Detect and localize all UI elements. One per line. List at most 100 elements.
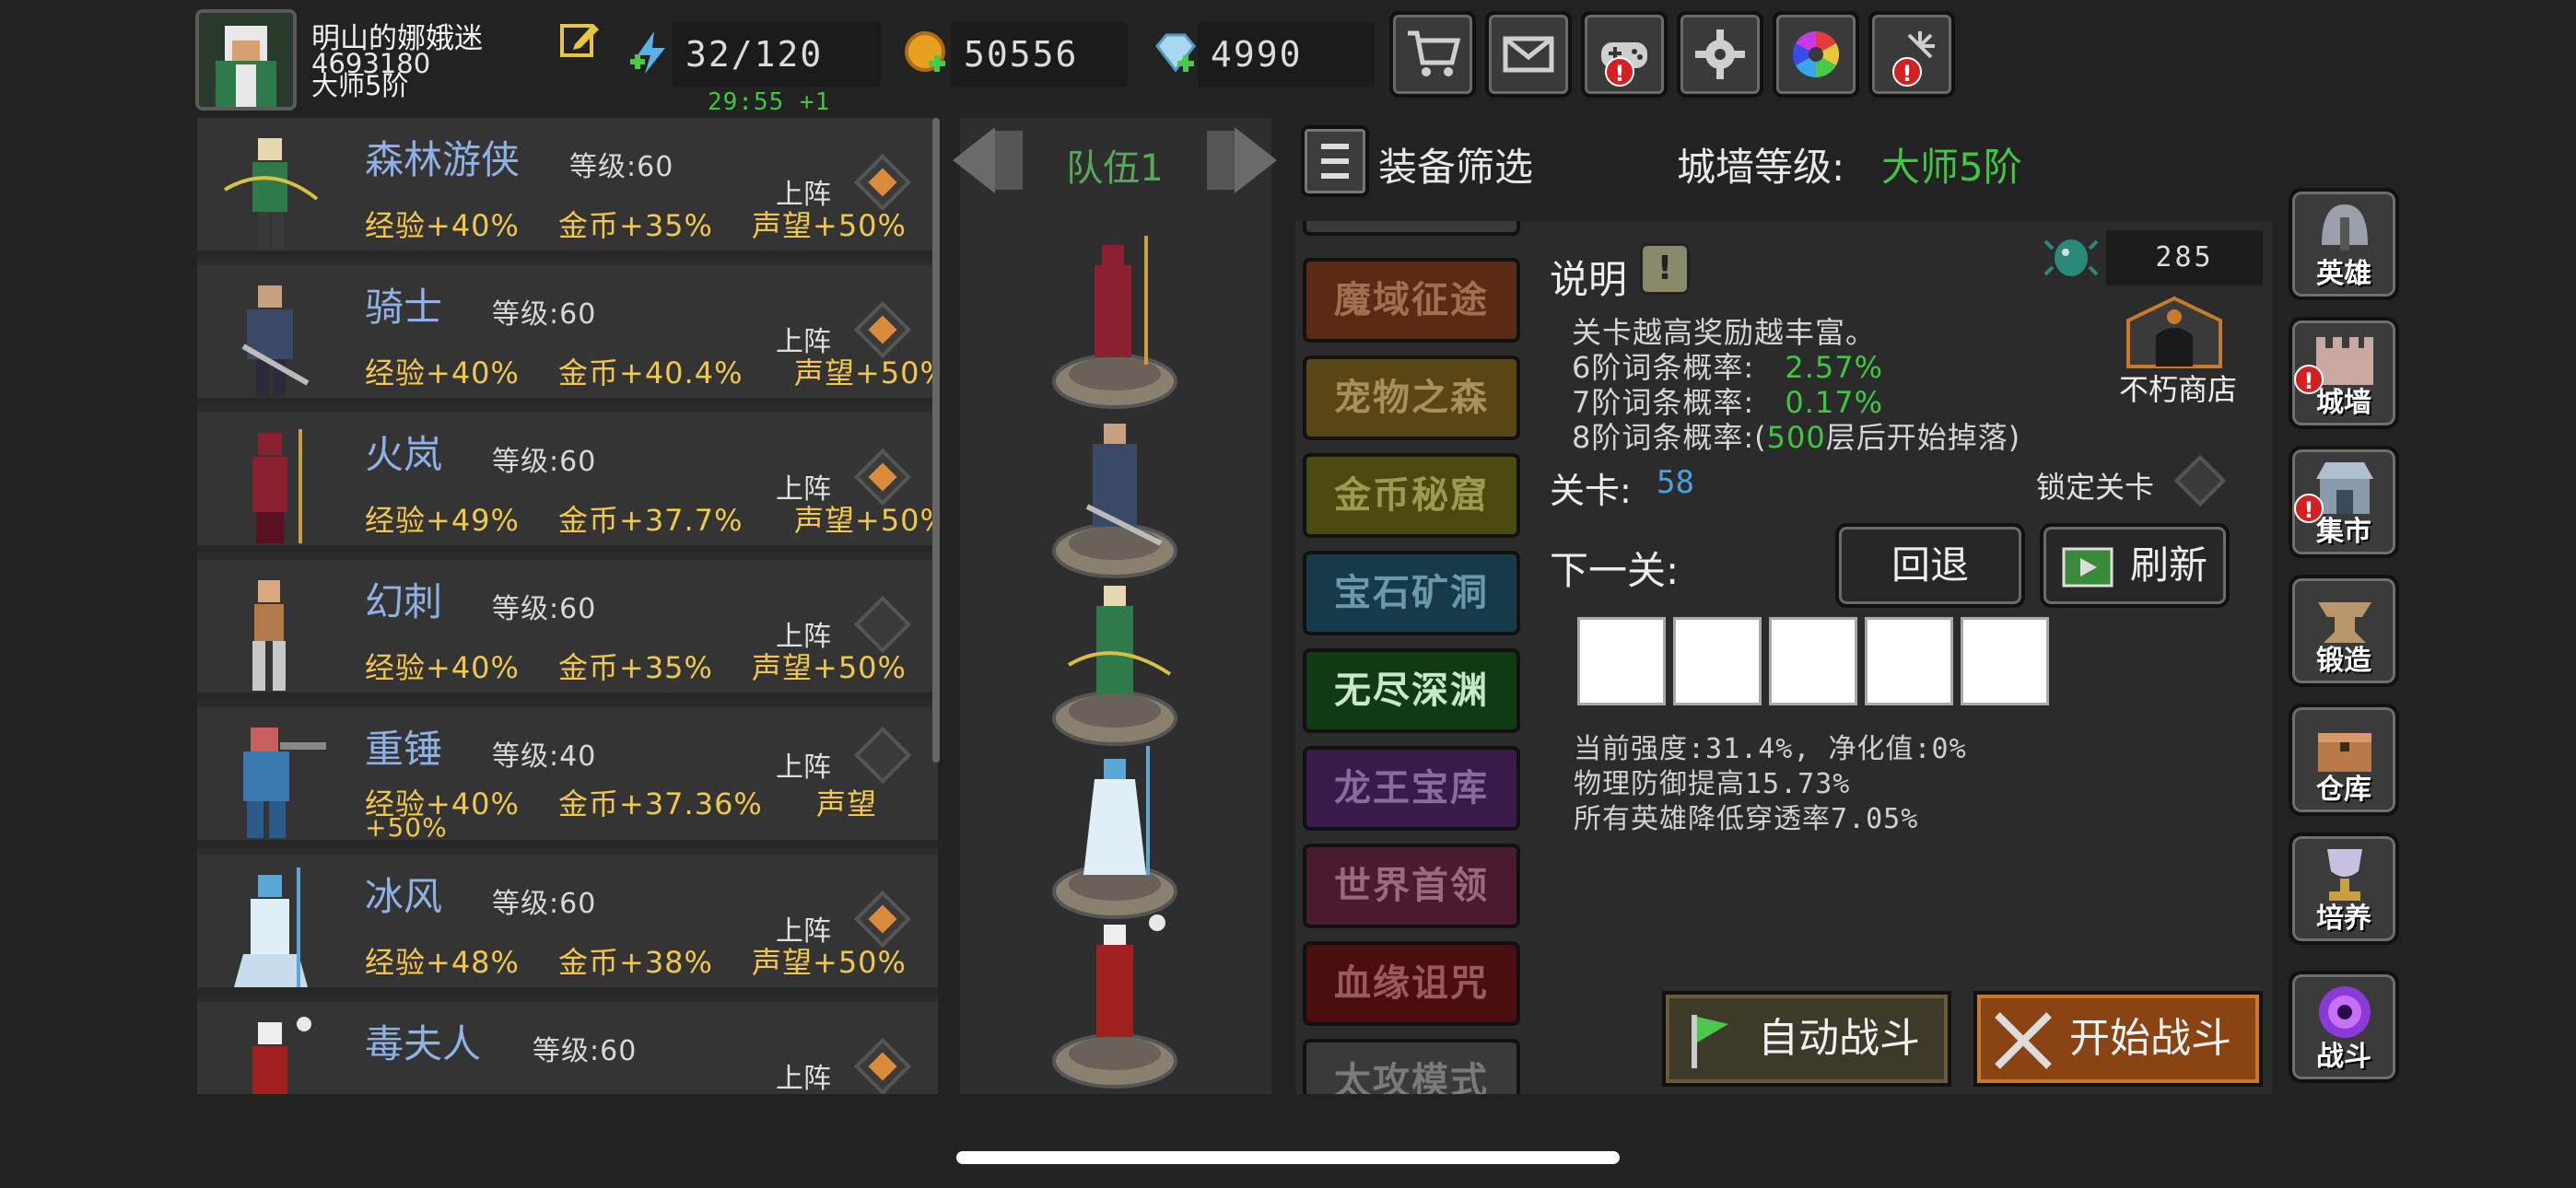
hero-name: 火岚 (365, 432, 443, 477)
mode-list[interactable]: 魔域征途 宠物之森 金币秘窟 宝石矿洞 无尽深渊 龙王宝库 世界首领 血缘诅咒 … (1295, 221, 1522, 1094)
mode-button-demon-journey[interactable]: 魔域征途 (1303, 258, 1520, 343)
equipment-filter-label[interactable]: 装备筛选 (1378, 136, 1533, 192)
hero-row-poison-lady[interactable]: 毒夫人 等级:60 上阵 (197, 1002, 938, 1094)
team-label: 队伍1 (1066, 147, 1164, 190)
hero-level: 等级:60 (492, 593, 597, 625)
refresh-label: 刷新 (2129, 542, 2207, 588)
team-slot[interactable] (1050, 227, 1179, 411)
mode-button-blood-curse[interactable]: 血缘诅咒 (1303, 941, 1520, 1026)
hero-exp-bonus: 经验+40% (365, 355, 520, 390)
energy-timer: 29:55 +1 (708, 88, 831, 116)
hero-row-knight[interactable]: 骑士 等级:60 经验+40% 金币+40.4% 声望+50% 上阵 (197, 265, 938, 405)
hero-list-scrollbar[interactable] (932, 118, 940, 763)
team-slot[interactable] (1050, 564, 1179, 748)
deploy-toggle[interactable] (853, 726, 912, 785)
home-indicator[interactable] (956, 1151, 1620, 1164)
hero-row-ice-wind[interactable]: 冰风 等级:60 经验+48% 金币+38% 声望+50% 上阵 (197, 855, 938, 995)
hero-row-hammer[interactable]: 重锤 等级:40 经验+40% 金币+37.36% 声望 +50% 上阵 (197, 707, 938, 847)
hero-portrait (223, 138, 319, 249)
hero-level: 等级:40 (492, 740, 597, 773)
hero-exp-bonus: 经验+48% (365, 945, 520, 980)
prev-team-arrow[interactable] (949, 123, 1026, 197)
player-avatar[interactable] (195, 9, 297, 111)
hero-name: 幻刺 (365, 579, 443, 624)
hero-name: 重锤 (365, 727, 443, 772)
equipment-filter-button[interactable] (1301, 125, 1369, 197)
shop-cart-button[interactable] (1389, 11, 1476, 98)
side-nav-forge[interactable]: 锻造 (2289, 575, 2399, 687)
next-stage-slot (1673, 617, 1762, 705)
wall-level-value: 大师5阶 (1881, 145, 2022, 190)
events-button[interactable]: ! (1868, 11, 1955, 98)
mode-button-gold-cave[interactable]: 金币秘窟 (1303, 453, 1520, 538)
mode-button-pet-forest[interactable]: 宠物之森 (1303, 355, 1520, 440)
color-theme-button[interactable] (1773, 11, 1859, 98)
hero-portrait (252, 580, 286, 691)
flag-icon (1692, 1015, 1728, 1068)
mode-button-attack-mode[interactable]: 太攻模式 (1303, 1039, 1520, 1094)
hero-deploy-label: 上阵 (776, 179, 831, 211)
side-nav-label: 集市 (2316, 516, 2371, 548)
menu-icon (1321, 144, 1349, 179)
video-ad-icon (2062, 547, 2113, 588)
hero-name: 森林游侠 (365, 137, 521, 182)
mode-button-gem-mine[interactable]: 宝石矿洞 (1303, 551, 1520, 635)
refresh-button[interactable]: 刷新 (2040, 523, 2230, 608)
hero-deploy-label: 上阵 (776, 915, 831, 948)
energy-icon (626, 28, 676, 77)
side-nav-label: 英雄 (2316, 258, 2371, 290)
hero-row-fire[interactable]: 火岚 等级:60 经验+49% 金币+37.7% 声望+50% 上阵 (197, 413, 938, 553)
tier8-chance: 8阶词条概率:(500层后开始掉落) (1572, 414, 2020, 457)
hero-level: 等级:60 (533, 1035, 638, 1067)
hero-deploy-label: 上阵 (776, 326, 831, 358)
gold-counter: 50556 (951, 22, 1128, 87)
team-slot[interactable] (1050, 906, 1179, 1090)
back-button[interactable]: 回退 (1835, 523, 2025, 608)
hero-row-forest-ranger[interactable]: 森林游侠 等级:60 经验+40% 金币+35% 声望+50% 上阵 (197, 118, 938, 258)
team-slot[interactable] (1050, 396, 1179, 580)
immortal-shop-button[interactable] (2119, 293, 2230, 372)
team-hero-sprite (1052, 586, 1177, 746)
immortal-shop-label[interactable]: 不朽商店 (2119, 367, 2237, 409)
hero-gold-bonus: 金币+37.36% (558, 786, 763, 821)
mode-button-dragon-vault[interactable]: 龙王宝库 (1303, 746, 1520, 831)
hero-deploy-label: 上阵 (776, 473, 831, 506)
settings-button[interactable] (1677, 11, 1763, 98)
hero-name: 骑士 (365, 285, 443, 330)
stage-value: 58 (1657, 464, 1694, 501)
help-icon[interactable]: ! (1640, 243, 1690, 295)
mode-button-hidden[interactable] (1303, 221, 1520, 236)
side-nav-market[interactable]: ! 集市 (2289, 446, 2399, 558)
deploy-toggle[interactable] (853, 1037, 912, 1094)
start-battle-button[interactable]: 开始战斗 (1973, 991, 2263, 1087)
next-team-arrow[interactable] (1203, 123, 1281, 197)
wall-level-label: 城墙等级: (1677, 145, 1845, 190)
side-nav-label: 锻造 (2316, 645, 2371, 677)
mail-button[interactable] (1485, 11, 1572, 98)
hero-name: 毒夫人 (365, 1021, 482, 1066)
team-hero-sprite (1052, 746, 1177, 919)
team-slot[interactable] (1050, 737, 1179, 921)
penetration-stat: 所有英雄降低穿透率7.05% (1574, 803, 1919, 835)
mode-button-endless-abyss[interactable]: 无尽深渊 (1303, 648, 1520, 733)
energy-counter: 32/120 (673, 22, 881, 87)
gamepad-button[interactable]: ! (1581, 11, 1668, 98)
side-nav-storage[interactable]: 仓库 (2289, 704, 2399, 816)
hero-row-phantom[interactable]: 幻刺 等级:60 经验+40% 金币+35% 声望+50% 上阵 (197, 560, 938, 700)
hero-exp-bonus: 经验+49% (365, 503, 520, 538)
hero-fame-bonus: 声望 (816, 786, 878, 821)
next-stage-slot (1577, 617, 1666, 705)
auto-battle-button[interactable]: 自动战斗 (1662, 991, 1951, 1087)
hero-name: 冰风 (365, 874, 443, 919)
side-nav-cultivate[interactable]: 培养 (2289, 833, 2399, 945)
side-nav-wall[interactable]: ! 城墙 (2289, 317, 2399, 429)
mode-button-world-boss[interactable]: 世界首领 (1303, 844, 1520, 928)
hero-list[interactable]: 森林游侠 等级:60 经验+40% 金币+35% 声望+50% 上阵 骑士 等级… (197, 118, 938, 1094)
side-nav-heroes[interactable]: 英雄 (2289, 188, 2399, 300)
gem-counter: 4990 (1198, 22, 1375, 87)
beetle-icon (2043, 230, 2099, 282)
side-nav-battle[interactable]: 战斗 (2289, 971, 2399, 1083)
team-hero-sprite (1052, 914, 1177, 1089)
hero-fame-bonus-cont: +50% (365, 812, 448, 843)
edit-name-icon[interactable] (558, 18, 601, 61)
